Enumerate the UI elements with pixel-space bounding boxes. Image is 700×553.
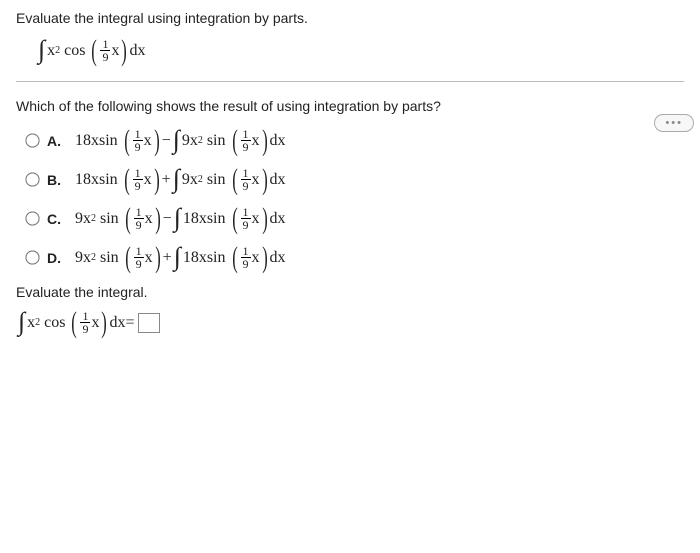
answer-input[interactable]: [138, 313, 160, 333]
one-ninth: 19: [100, 38, 110, 63]
option-a-expr: 18x sin (19x) − ∫ 9x2 sin (19x) dx: [75, 128, 286, 153]
evaluate-label: Evaluate the integral.: [16, 284, 684, 300]
option-d-label: D.: [47, 250, 65, 266]
power-2: 2: [55, 45, 60, 56]
dx: dx: [109, 314, 125, 332]
option-d-expr: 9x2 sin (19x) + ∫ 18x sin (19x) dx: [75, 245, 286, 270]
cos-fn: cos: [64, 42, 85, 60]
integral-symbol: ∫: [18, 312, 25, 333]
option-a: A. 18x sin (19x) − ∫ 9x2 sin (19x) dx: [26, 128, 684, 153]
more-button[interactable]: •••: [654, 114, 694, 132]
option-c-expr: 9x2 sin (19x) − ∫ 18x sin (19x) dx: [75, 206, 286, 231]
equals-sign: =: [125, 314, 134, 332]
x-var: x: [111, 42, 119, 60]
question-prompt: Evaluate the integral using integration …: [16, 10, 684, 26]
dx: dx: [129, 42, 145, 60]
option-a-label: A.: [47, 133, 65, 149]
one-ninth: 19: [80, 310, 90, 335]
option-b: B. 18x sin (19x) + ∫ 9x2 sin (19x) dx: [26, 167, 684, 192]
answer-line: ∫ x2 cos ( 19 x ) dx =: [16, 310, 684, 335]
given-integral: ∫ x2 cos ( 19 x ) dx: [36, 38, 684, 63]
options-group: A. 18x sin (19x) − ∫ 9x2 sin (19x) dx B.…: [26, 128, 684, 270]
divider: [16, 81, 684, 82]
x-var: x: [27, 314, 35, 332]
radio-a[interactable]: [25, 133, 39, 147]
x-var: x: [47, 42, 55, 60]
radio-c[interactable]: [25, 211, 39, 225]
cos-fn: cos: [44, 314, 65, 332]
option-b-expr: 18x sin (19x) + ∫ 9x2 sin (19x) dx: [75, 167, 286, 192]
x-var: x: [91, 314, 99, 332]
integral-symbol: ∫: [38, 40, 45, 61]
radio-b[interactable]: [25, 172, 39, 186]
subquestion-prompt: Which of the following shows the result …: [16, 98, 684, 114]
option-b-label: B.: [47, 172, 65, 188]
option-d: D. 9x2 sin (19x) + ∫ 18x sin (19x) dx: [26, 245, 684, 270]
option-c: C. 9x2 sin (19x) − ∫ 18x sin (19x) dx: [26, 206, 684, 231]
power-2: 2: [35, 317, 40, 328]
option-c-label: C.: [47, 211, 65, 227]
radio-d[interactable]: [25, 250, 39, 264]
